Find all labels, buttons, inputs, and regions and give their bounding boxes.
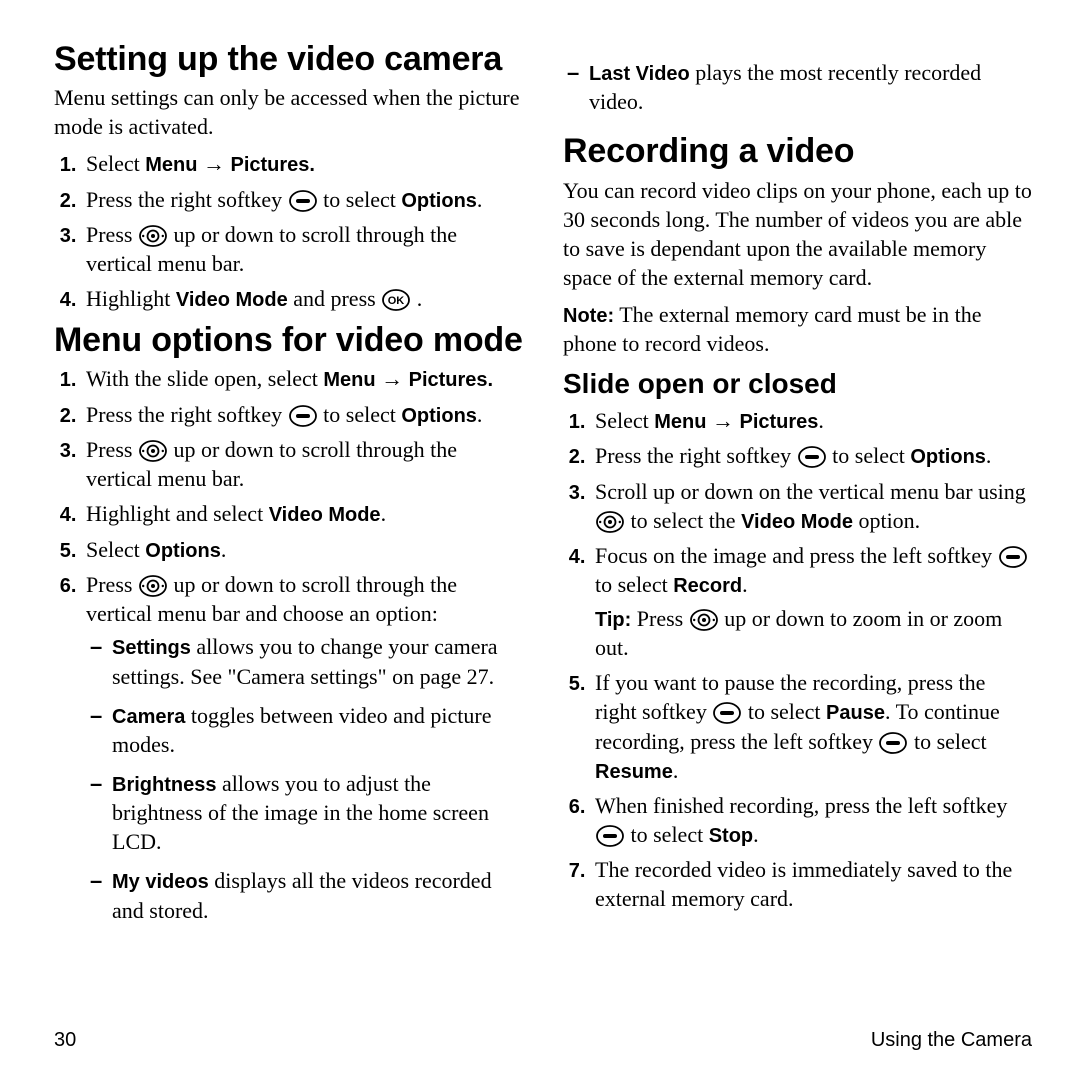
- list-item: Press up or down to scroll through the v…: [82, 220, 523, 278]
- page-number: 30: [54, 1029, 76, 1052]
- list-item: Press the right softkey to select Option…: [591, 441, 1032, 470]
- heading-recording-video: Recording a video: [563, 132, 1032, 171]
- recording-intro: You can record video clips on your phone…: [563, 176, 1032, 292]
- heading-setup-video-camera: Setting up the video camera: [54, 40, 523, 79]
- list-item: Select Menu → Pictures.: [591, 406, 1032, 435]
- heading-slide-open-closed: Slide open or closed: [563, 368, 1032, 400]
- list-item: Camera toggles between video and picture…: [112, 701, 523, 759]
- list-item: Highlight and select Video Mode.: [82, 499, 523, 528]
- list-item: Select Menu → Pictures.: [82, 149, 523, 178]
- list-item: When finished recording, press the left …: [591, 791, 1032, 849]
- list-item: Settings allows you to change your camer…: [112, 632, 523, 690]
- nav-wheel-icon: [595, 510, 625, 534]
- menu-options-steps-list: With the slide open, select Menu → Pictu…: [54, 364, 523, 924]
- list-item: Press the right softkey to select Option…: [82, 185, 523, 214]
- two-column-layout: Setting up the video camera Menu setting…: [54, 40, 1032, 1017]
- list-item: If you want to pause the recording, pres…: [591, 668, 1032, 785]
- setup-steps-list: Select Menu → Pictures. Press the right …: [54, 149, 523, 313]
- list-item: Press the right softkey to select Option…: [82, 400, 523, 429]
- list-item: With the slide open, select Menu → Pictu…: [82, 364, 523, 393]
- nav-wheel-icon: [689, 608, 719, 632]
- list-item: Brightness allows you to adjust the brig…: [112, 769, 523, 856]
- nav-wheel-icon: [138, 574, 168, 598]
- right-column: Last Video plays the most recently recor…: [563, 40, 1032, 1017]
- tip-block: Tip: Press up or down to zoom in or zoom…: [595, 604, 1032, 662]
- page-footer: 30 Using the Camera: [54, 1017, 1032, 1052]
- list-item: Select Options.: [82, 535, 523, 564]
- left-column: Setting up the video camera Menu setting…: [54, 40, 523, 1017]
- softkey-icon: [595, 824, 625, 848]
- sub-options-list: Settings allows you to change your camer…: [86, 632, 523, 925]
- heading-menu-options: Menu options for video mode: [54, 321, 523, 360]
- softkey-icon: [288, 404, 318, 428]
- softkey-icon: [712, 701, 742, 725]
- recording-steps-list: Select Menu → Pictures. Press the right …: [563, 406, 1032, 913]
- ok-button-icon: [381, 288, 411, 312]
- list-item: Highlight Video Mode and press .: [82, 284, 523, 313]
- list-item: Last Video plays the most recently recor…: [589, 58, 1032, 116]
- list-item: Scroll up or down on the vertical menu b…: [591, 477, 1032, 535]
- softkey-icon: [288, 189, 318, 213]
- carryover-list: Last Video plays the most recently recor…: [563, 58, 1032, 116]
- list-item: Press up or down to scroll through the v…: [82, 570, 523, 925]
- list-item: My videos displays all the videos record…: [112, 866, 523, 924]
- list-item: Focus on the image and press the left so…: [591, 541, 1032, 662]
- manual-page: Setting up the video camera Menu setting…: [0, 0, 1080, 1080]
- nav-wheel-icon: [138, 439, 168, 463]
- list-item: Press up or down to scroll through the v…: [82, 435, 523, 493]
- softkey-icon: [998, 545, 1028, 569]
- note-block: Note: The external memory card must be i…: [563, 300, 1032, 358]
- softkey-icon: [878, 731, 908, 755]
- softkey-icon: [797, 445, 827, 469]
- intro-text: Menu settings can only be accessed when …: [54, 83, 523, 141]
- section-title: Using the Camera: [871, 1029, 1032, 1052]
- list-item: The recorded video is immediately saved …: [591, 855, 1032, 913]
- nav-wheel-icon: [138, 224, 168, 248]
